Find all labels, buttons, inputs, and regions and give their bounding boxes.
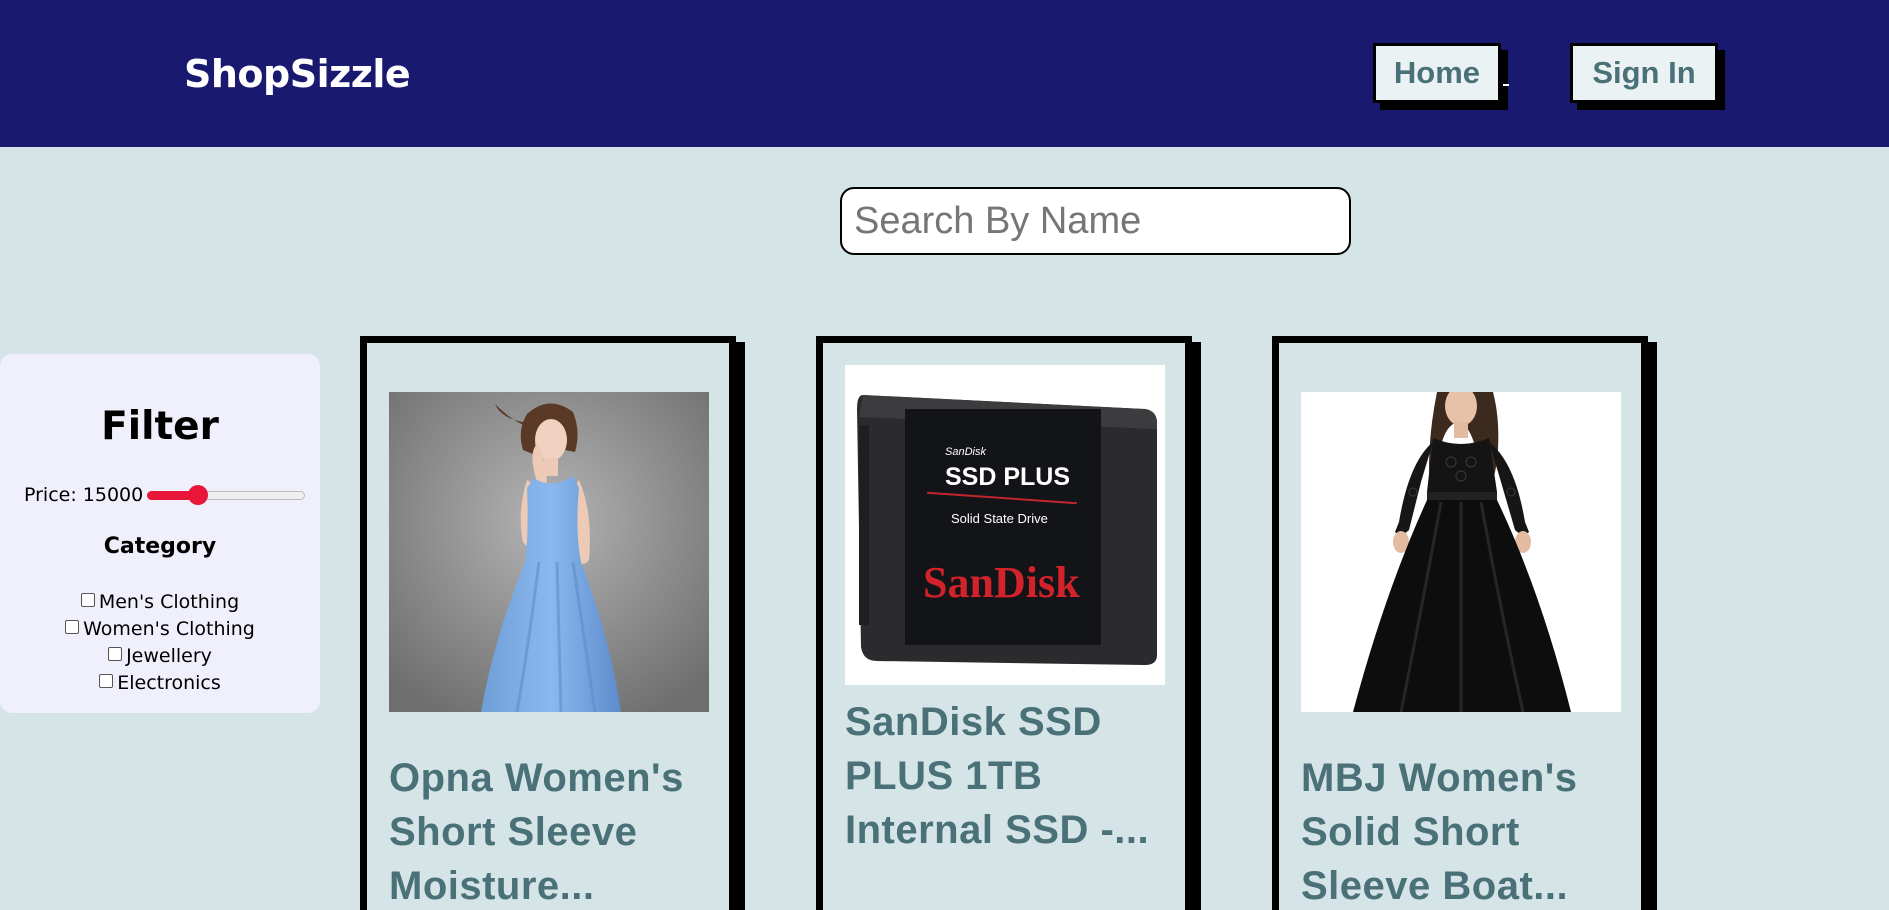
filter-title: Filter bbox=[101, 404, 219, 449]
category-checkbox[interactable] bbox=[80, 592, 95, 607]
brand-logo[interactable]: ShopSizzle bbox=[184, 52, 411, 96]
ssd-label-model: SSD PLUS bbox=[945, 463, 1070, 491]
category-checkbox[interactable] bbox=[65, 619, 80, 634]
category-label: Electronics bbox=[117, 671, 221, 694]
category-title: Category bbox=[103, 534, 217, 559]
category-item-electronics[interactable]: Electronics bbox=[0, 669, 320, 696]
top-nav-bar: ShopSizzle Home Sign In bbox=[0, 0, 1889, 147]
category-item-womens-clothing[interactable]: Women's Clothing bbox=[0, 615, 320, 642]
product-image-sandisk-ssd[interactable]: SanDisk SSD PLUS Solid State Drive SanDi… bbox=[845, 365, 1165, 685]
price-filter: Price: 15000 bbox=[24, 484, 306, 506]
category-item-mens-clothing[interactable]: Men's Clothing bbox=[0, 588, 320, 615]
product-card[interactable]: MBJ Women's Solid Short Sleeve Boat... bbox=[1272, 336, 1648, 910]
product-image-black-dress[interactable] bbox=[1301, 392, 1621, 712]
sign-in-button[interactable]: Sign In bbox=[1570, 43, 1718, 103]
category-label: Women's Clothing bbox=[83, 617, 255, 640]
category-item-jewellery[interactable]: Jewellery bbox=[0, 642, 320, 669]
category-label: Jewellery bbox=[126, 644, 212, 667]
home-button[interactable]: Home bbox=[1373, 43, 1501, 103]
price-slider-thumb[interactable] bbox=[188, 485, 209, 505]
product-image-blue-dress[interactable] bbox=[389, 392, 709, 712]
product-title[interactable]: SanDisk SSD PLUS 1TB Internal SSD -... bbox=[845, 695, 1175, 857]
product-title[interactable]: Opna Women's Short Sleeve Moisture... bbox=[389, 751, 719, 910]
ssd-label-brand-small: SanDisk bbox=[945, 446, 986, 458]
product-card[interactable]: SanDisk SSD PLUS Solid State Drive SanDi… bbox=[816, 336, 1192, 910]
ssd-label-subtitle: Solid State Drive bbox=[951, 511, 1048, 526]
product-card[interactable]: Opna Women's Short Sleeve Moisture... bbox=[360, 336, 736, 910]
category-list: Men's Clothing Women's Clothing Jeweller… bbox=[0, 588, 320, 696]
filter-panel: Filter Price: 15000 Category Men's Cloth… bbox=[0, 354, 320, 713]
category-checkbox[interactable] bbox=[99, 673, 114, 688]
search-input[interactable] bbox=[840, 187, 1351, 255]
nav-divider bbox=[1503, 84, 1509, 86]
category-checkbox[interactable] bbox=[108, 646, 123, 661]
product-title[interactable]: MBJ Women's Solid Short Sleeve Boat... bbox=[1301, 751, 1631, 910]
price-slider[interactable] bbox=[147, 485, 306, 505]
sandisk-logo: SanDisk bbox=[923, 558, 1080, 607]
price-label: Price: 15000 bbox=[24, 484, 144, 506]
category-label: Men's Clothing bbox=[98, 590, 240, 613]
